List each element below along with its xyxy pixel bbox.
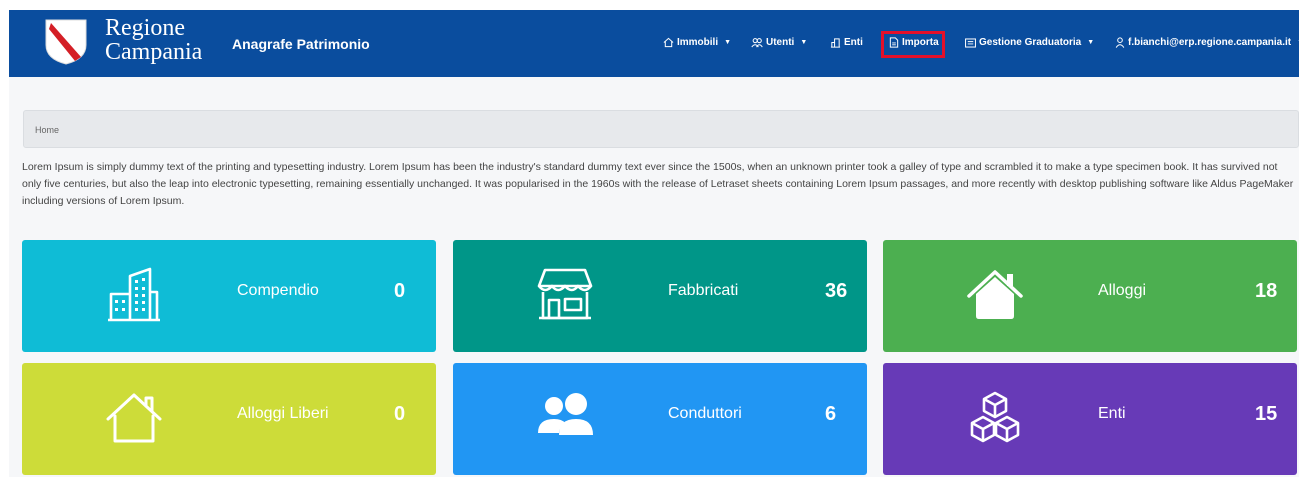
nav-user-label: f.bianchi@erp.regione.campania.it bbox=[1128, 37, 1292, 48]
card-alloggi-liberi[interactable]: Alloggi Liberi 0 bbox=[22, 363, 436, 475]
card-count: 0 bbox=[394, 403, 406, 425]
card-label: Fabbricati bbox=[668, 282, 739, 299]
house-outline-icon bbox=[106, 393, 162, 443]
nav-user-menu[interactable]: f.bianchi@erp.regione.campania.it ▼ bbox=[1115, 37, 1299, 48]
card-count: 6 bbox=[825, 403, 837, 425]
chevron-down-icon: ▼ bbox=[724, 39, 732, 46]
card-label: Alloggi bbox=[1098, 282, 1147, 299]
card-label: Conduttori bbox=[668, 405, 742, 422]
nav-enti-label: Enti bbox=[844, 37, 863, 48]
card-enti[interactable]: Enti 15 bbox=[883, 363, 1297, 475]
chevron-down-icon: ▼ bbox=[800, 39, 808, 46]
app-title: Anagrafe Patrimonio bbox=[232, 36, 370, 52]
nav-utenti-label: Utenti bbox=[766, 37, 795, 48]
building-icon bbox=[108, 267, 160, 322]
importa-highlight-box bbox=[881, 31, 945, 58]
chevron-down-icon: ▼ bbox=[1087, 39, 1095, 46]
intro-text: Lorem Ipsum is simply dummy text of the … bbox=[22, 161, 1294, 207]
users-icon bbox=[751, 38, 763, 48]
storefront-icon bbox=[537, 268, 593, 320]
nav-immobili-label: Immobili bbox=[677, 37, 719, 48]
house-filled-icon bbox=[967, 270, 1023, 319]
card-count: 18 bbox=[1255, 280, 1278, 302]
nav-graduatoria-label: Gestione Graduatoria bbox=[979, 37, 1082, 48]
card-conduttori[interactable]: Conduttori 6 bbox=[453, 363, 867, 475]
users-icon bbox=[538, 393, 593, 435]
card-count: 15 bbox=[1255, 403, 1278, 425]
card-alloggi[interactable]: Alloggi 18 bbox=[883, 240, 1297, 352]
list-icon bbox=[965, 37, 976, 48]
card-fabbricati[interactable]: Fabbricati 36 bbox=[453, 240, 867, 352]
building-icon bbox=[830, 38, 841, 48]
regione-campania-logo[interactable] bbox=[45, 19, 87, 65]
card-label: Compendio bbox=[237, 282, 319, 299]
card-label: Alloggi Liberi bbox=[237, 405, 329, 422]
breadcrumb: Home bbox=[23, 110, 1299, 148]
cubes-icon bbox=[970, 391, 1020, 443]
nav-immobili[interactable]: Immobili ▼ bbox=[663, 37, 731, 48]
card-count: 0 bbox=[394, 280, 406, 302]
nav-enti[interactable]: Enti bbox=[830, 37, 863, 48]
logo-line-2: Campania bbox=[105, 39, 203, 65]
nav-gestione-graduatoria[interactable]: Gestione Graduatoria ▼ bbox=[965, 37, 1094, 48]
card-compendio[interactable]: Compendio 0 bbox=[22, 240, 436, 352]
navbar: Regione Campania Anagrafe Patrimonio Imm… bbox=[9, 10, 1299, 77]
breadcrumb-home[interactable]: Home bbox=[35, 125, 59, 135]
nav-utenti[interactable]: Utenti ▼ bbox=[751, 37, 807, 48]
app-frame: Regione Campania Anagrafe Patrimonio Imm… bbox=[9, 10, 1299, 477]
user-icon bbox=[1115, 37, 1125, 48]
card-count: 36 bbox=[825, 280, 848, 302]
logo-wordmark: Regione Campania bbox=[105, 16, 202, 64]
card-label: Enti bbox=[1098, 405, 1126, 422]
logo-line-1: Regione bbox=[105, 15, 185, 41]
home-icon bbox=[663, 37, 674, 48]
